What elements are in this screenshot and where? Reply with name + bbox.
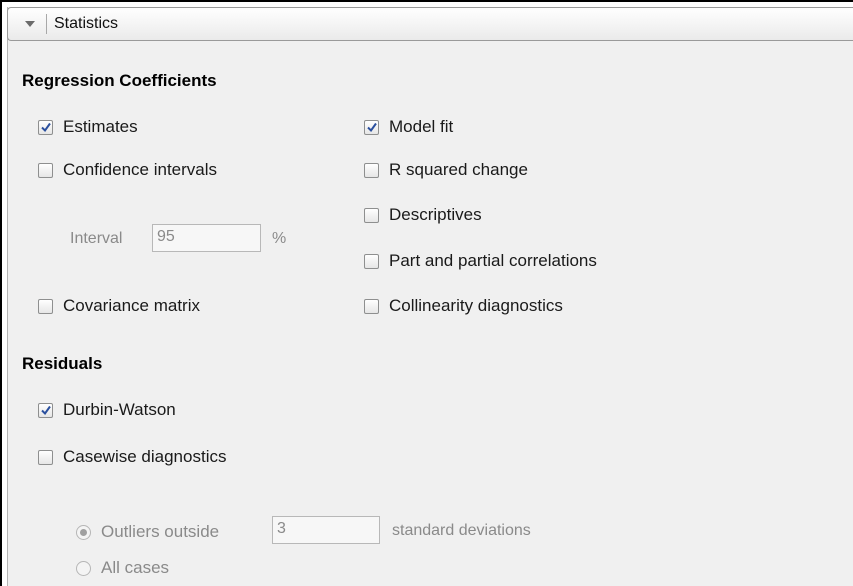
outliers-outside-radio[interactable]: Outliers outside — [76, 521, 219, 543]
confidence-intervals-label: Confidence intervals — [63, 160, 218, 179]
collinearity-diagnostics-label: Collinearity diagnostics — [389, 296, 563, 315]
checkbox-unchecked-icon[interactable] — [38, 298, 53, 314]
part-partial-correlations-checkbox[interactable]: Part and partial correlations — [364, 250, 597, 272]
collinearity-diagnostics-checkbox[interactable]: Collinearity diagnostics — [364, 295, 563, 317]
r-squared-change-checkbox[interactable]: R squared change — [364, 159, 528, 181]
descriptives-label: Descriptives — [389, 205, 482, 224]
header-divider — [46, 14, 47, 34]
residuals-heading: Residuals — [22, 354, 103, 373]
checkbox-checked-icon[interactable] — [38, 402, 53, 418]
checkbox-unchecked-icon[interactable] — [38, 162, 53, 178]
r-squared-change-label: R squared change — [389, 160, 528, 179]
checkbox-unchecked-icon[interactable] — [364, 207, 379, 223]
checkbox-unchecked-icon[interactable] — [364, 162, 379, 178]
all-cases-radio[interactable]: All cases — [76, 557, 169, 579]
part-partial-correlations-label: Part and partial correlations — [389, 251, 597, 270]
statistics-section-header[interactable]: Statistics — [7, 7, 853, 41]
checkbox-unchecked-icon[interactable] — [364, 253, 379, 269]
casewise-diagnostics-checkbox[interactable]: Casewise diagnostics — [38, 446, 226, 468]
confidence-intervals-checkbox[interactable]: Confidence intervals — [38, 159, 217, 181]
radio-unselected-icon[interactable] — [76, 560, 91, 576]
covariance-matrix-checkbox[interactable]: Covariance matrix — [38, 295, 200, 317]
standard-deviations-label: standard deviations — [392, 522, 531, 539]
casewise-diagnostics-label: Casewise diagnostics — [63, 447, 227, 466]
estimates-checkbox[interactable]: Estimates — [38, 116, 138, 138]
interval-label: Interval — [70, 230, 123, 247]
section-title: Statistics — [54, 15, 119, 32]
interval-input[interactable]: 95 — [152, 224, 261, 252]
descriptives-checkbox[interactable]: Descriptives — [364, 204, 482, 226]
radio-selected-icon[interactable] — [76, 524, 91, 540]
outliers-input[interactable]: 3 — [272, 516, 380, 544]
model-fit-checkbox[interactable]: Model fit — [364, 116, 453, 138]
estimates-label: Estimates — [63, 117, 138, 136]
checkbox-checked-icon[interactable] — [364, 119, 379, 135]
checkbox-unchecked-icon[interactable] — [364, 298, 379, 314]
checkbox-unchecked-icon[interactable] — [38, 449, 53, 465]
collapse-arrow-icon[interactable] — [25, 21, 35, 27]
durbin-watson-label: Durbin-Watson — [63, 400, 176, 419]
durbin-watson-checkbox[interactable]: Durbin-Watson — [38, 399, 176, 421]
radio-dot — [80, 528, 87, 536]
checkbox-checked-icon[interactable] — [38, 119, 53, 135]
outliers-outside-label: Outliers outside — [101, 522, 220, 541]
interval-unit: % — [272, 230, 287, 247]
covariance-matrix-label: Covariance matrix — [63, 296, 200, 315]
regression-coefficients-heading: Regression Coefficients — [22, 71, 217, 90]
model-fit-label: Model fit — [389, 117, 454, 136]
all-cases-label: All cases — [101, 558, 170, 577]
